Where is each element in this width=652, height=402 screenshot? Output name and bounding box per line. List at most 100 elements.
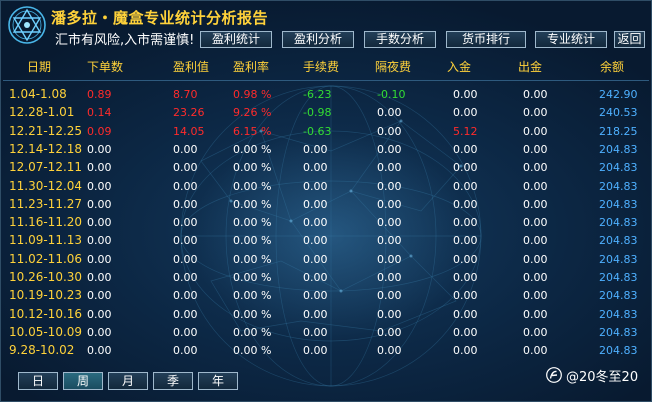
cell-date: 11.09-11.13 xyxy=(9,233,83,248)
cell-rate: 0.00 % xyxy=(233,252,272,266)
cell-rate: 0.00 % xyxy=(233,344,272,358)
cell-rate: 0.00 % xyxy=(233,289,272,303)
cell-deposit: 0.00 xyxy=(453,307,478,321)
period-day-button[interactable]: 日 xyxy=(18,372,58,390)
app-title: 潘多拉・魔盒专业统计分析报告 xyxy=(51,9,269,27)
cell-fee: 0.00 xyxy=(303,252,328,266)
cell-balance: 204.83 xyxy=(599,252,638,266)
cell-deposit: 0.00 xyxy=(453,179,478,193)
cell-fee: 0.00 xyxy=(303,197,328,211)
cell-profit: 0.00 xyxy=(173,179,198,193)
back-button[interactable]: 返回 xyxy=(614,31,645,48)
nav-pro-stats-button[interactable]: 专业统计 xyxy=(535,31,607,48)
header: 潘多拉・魔盒专业统计分析报告 汇市有风险,入市需谨慎! 盈利统计 盈利分析 手数… xyxy=(1,1,651,51)
cell-overnight: 0.00 xyxy=(377,161,402,175)
cell-withdraw: 0.00 xyxy=(523,325,548,339)
cell-balance: 218.25 xyxy=(599,124,638,138)
cell-balance: 240.53 xyxy=(599,106,638,120)
cell-rate: 0.00 % xyxy=(233,197,272,211)
cell-balance: 204.83 xyxy=(599,197,638,211)
nav-profit-stats-button[interactable]: 盈利统计 xyxy=(200,31,272,48)
cell-deposit: 0.00 xyxy=(453,142,478,156)
cell-overnight: 0.00 xyxy=(377,271,402,284)
cell-balance: 204.83 xyxy=(599,234,638,248)
cell-withdraw: 0.00 xyxy=(523,289,548,303)
risk-notice: 汇市有风险,入市需谨慎! xyxy=(55,33,195,48)
table-row[interactable]: 12.07-12.11 0.00 0.00 0.00 % 0.00 0.00 0.00 0.0… xyxy=(1,160,651,178)
cell-fee: 0.00 xyxy=(303,344,328,358)
table-row[interactable]: 12.28-1.01 0.14 23.26 9.26 % -0.98 0.00 0.00 0.… xyxy=(1,105,651,123)
watermark-text: @20冬至20 xyxy=(566,370,639,385)
cell-balance: 204.83 xyxy=(599,161,638,175)
cell-fee: 0.00 xyxy=(303,271,328,284)
cell-deposit: 0.00 xyxy=(453,289,478,303)
cell-balance: 204.83 xyxy=(599,216,638,230)
column-header-balance: 余额 xyxy=(600,60,625,74)
cell-overnight: 0.00 xyxy=(377,106,402,120)
cell-orders: 0.00 xyxy=(87,161,112,175)
cell-deposit: 0.00 xyxy=(453,252,478,266)
cell-orders: 0.09 xyxy=(87,124,112,138)
cell-rate: 0.00 % xyxy=(233,234,272,248)
brand-logo-icon xyxy=(546,367,562,383)
cell-orders: 0.00 xyxy=(87,179,112,193)
cell-withdraw: 0.00 xyxy=(523,344,548,358)
cell-deposit: 0.00 xyxy=(453,216,478,230)
cell-date: 11.30-12.04 xyxy=(9,178,83,193)
cell-overnight: 0.00 xyxy=(377,234,402,248)
cell-withdraw: 0.00 xyxy=(523,307,548,321)
nav-profit-analysis-button[interactable]: 盈利分析 xyxy=(282,31,354,48)
cell-rate: 9.26 % xyxy=(233,106,272,120)
column-header-deposit: 入金 xyxy=(447,60,472,74)
table-row[interactable]: 10.12-10.16 0.00 0.00 0.00 % 0.00 0.00 0.00 0.0… xyxy=(1,307,651,325)
cell-orders: 0.00 xyxy=(87,142,112,156)
cell-profit: 14.05 xyxy=(173,124,205,138)
table-row[interactable]: 9.28-10.02 0.00 0.00 0.00 % 0.00 0.00 0.00 0.00… xyxy=(1,343,651,361)
cell-orders: 0.00 xyxy=(87,197,112,211)
table-row[interactable]: 10.19-10.23 0.00 0.00 0.00 % 0.00 0.00 0.00 0.0… xyxy=(1,288,651,306)
cell-withdraw: 0.00 xyxy=(523,161,548,175)
table-row[interactable]: 11.23-11.27 0.00 0.00 0.00 % 0.00 0.00 0.00 0.0… xyxy=(1,197,651,215)
period-month-button[interactable]: 月 xyxy=(108,372,148,390)
table-row[interactable]: 12.14-12.18 0.00 0.00 0.00 % 0.00 0.00 0.00 0.0… xyxy=(1,142,651,160)
cell-orders: 0.14 xyxy=(87,106,112,120)
table-row[interactable]: 10.05-10.09 0.00 0.00 0.00 % 0.00 0.00 0.00 0.0… xyxy=(1,325,651,343)
cell-overnight: 0.00 xyxy=(377,124,402,138)
cell-profit: 8.70 xyxy=(173,88,198,101)
cell-profit: 0.00 xyxy=(173,161,198,175)
table-row[interactable]: 11.02-11.06 0.00 0.00 0.00 % 0.00 0.00 0.00 0.0… xyxy=(1,252,651,270)
cell-deposit: 0.00 xyxy=(453,234,478,248)
table-row[interactable]: 11.16-11.20 0.00 0.00 0.00 % 0.00 0.00 0.00 0.0… xyxy=(1,215,651,233)
cell-fee: 0.00 xyxy=(303,142,328,156)
period-week-button[interactable]: 周 xyxy=(63,372,103,390)
cell-profit: 0.00 xyxy=(173,252,198,266)
cell-fee: 0.00 xyxy=(303,307,328,321)
cell-fee: 0.00 xyxy=(303,216,328,230)
cell-rate: 0.00 % xyxy=(233,271,272,284)
column-header-orders: 下单数 xyxy=(87,60,124,74)
table-row[interactable]: 12.21-12.25 0.09 14.05 6.15 % -0.63 0.00 5.12 0… xyxy=(1,124,651,142)
period-year-button[interactable]: 年 xyxy=(198,372,238,390)
cell-overnight: 0.00 xyxy=(377,179,402,193)
cell-date: 12.14-12.18 xyxy=(9,141,83,156)
table-row[interactable]: 11.09-11.13 0.00 0.00 0.00 % 0.00 0.00 0.00 0.0… xyxy=(1,233,651,251)
cell-withdraw: 0.00 xyxy=(523,197,548,211)
column-header-profit: 盈利值 xyxy=(173,60,210,74)
cell-profit: 0.00 xyxy=(173,344,198,358)
cell-date: 12.28-1.01 xyxy=(9,105,75,120)
cell-date: 11.02-11.06 xyxy=(9,251,83,266)
table-row[interactable]: 1.04-1.08 0.89 8.70 0.98 % -6.23 -0.10 0.00 0.0… xyxy=(1,87,651,105)
cell-overnight: 0.00 xyxy=(377,344,402,358)
nav-lot-analysis-button[interactable]: 手数分析 xyxy=(364,31,436,48)
nav-currency-ranking-button[interactable]: 货币排行 xyxy=(446,31,526,48)
cell-fee: -0.98 xyxy=(303,106,332,120)
table-row[interactable]: 11.30-12.04 0.00 0.00 0.00 % 0.00 0.00 0.00 0.0… xyxy=(1,179,651,197)
table-row[interactable]: 10.26-10.30 0.00 0.00 0.00 % 0.00 0.00 0.00 0.0… xyxy=(1,270,651,288)
cell-fee: 0.00 xyxy=(303,179,328,193)
cell-date: 11.23-11.27 xyxy=(9,196,83,211)
cell-overnight: 0.00 xyxy=(377,216,402,230)
cell-balance: 242.90 xyxy=(599,88,638,101)
cell-withdraw: 0.00 xyxy=(523,142,548,156)
cell-overnight: 0.00 xyxy=(377,325,402,339)
period-quarter-button[interactable]: 季 xyxy=(153,372,193,390)
